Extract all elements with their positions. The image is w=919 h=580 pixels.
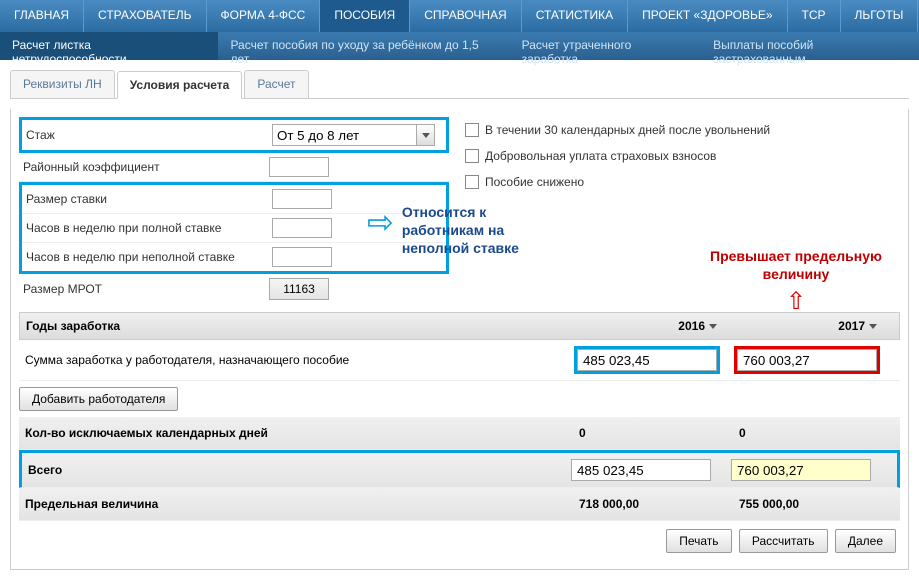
check-reduced-label: Пособие снижено <box>485 175 584 189</box>
limit-label: Предельная величина <box>25 497 574 511</box>
arrow-up-icon: ⇧ <box>696 287 896 316</box>
excl-y2: 0 <box>734 423 874 443</box>
stavka-input[interactable] <box>272 189 332 209</box>
row-sum-employer: Сумма заработка у работодателя, назначаю… <box>19 340 900 381</box>
nav-tsr[interactable]: ТСР <box>788 0 841 32</box>
years-header-label: Годы заработка <box>26 319 573 333</box>
check-voluntary-label: Добровольная уплата страховых взносов <box>485 149 716 163</box>
raion-label: Районный коэффициент <box>19 160 269 174</box>
subnav-sick-leave[interactable]: Расчет листка нетрудоспособности <box>0 32 218 60</box>
mrot-value: 11163 <box>269 278 329 300</box>
row-mrot: Размер МРОТ 11163 <box>19 274 449 304</box>
check-30days[interactable] <box>465 123 479 137</box>
stazh-label: Стаж <box>22 128 272 142</box>
tab-conditions[interactable]: Условия расчета <box>117 71 243 99</box>
sub-nav: Расчет листка нетрудоспособности Расчет … <box>0 32 919 60</box>
note-part-time: Относится к работникам на неполной ставк… <box>402 203 552 258</box>
sum-y1-input[interactable] <box>577 349 717 371</box>
subnav-payments[interactable]: Выплаты пособий застрахованным <box>701 32 919 60</box>
nav-insurer[interactable]: СТРАХОВАТЕЛЬ <box>84 0 207 32</box>
stazh-dropdown-button[interactable] <box>417 124 435 146</box>
hours-full-input[interactable] <box>272 218 332 238</box>
check-voluntary[interactable] <box>465 149 479 163</box>
nav-form4fss[interactable]: ФОРМА 4-ФСС <box>207 0 321 32</box>
total-label: Всего <box>28 463 571 477</box>
tab-bar: Реквизиты ЛН Условия расчета Расчет <box>10 70 909 99</box>
excl-label: Кол-во исключаемых календарных дней <box>25 426 574 440</box>
row-excluded-days: Кол-во исключаемых календарных дней 0 0 <box>19 417 900 450</box>
note-exceeds: Превышает предельную величину <box>696 247 896 283</box>
row-limit: Предельная величина 718 000,00 755 000,0… <box>19 488 900 521</box>
row-total: Всего <box>19 450 900 488</box>
top-nav: ГЛАВНАЯ СТРАХОВАТЕЛЬ ФОРМА 4-ФСС ПОСОБИЯ… <box>0 0 919 32</box>
subnav-lost-earnings[interactable]: Расчет утраченного заработка <box>510 32 702 60</box>
total-y2 <box>731 459 871 481</box>
row-stazh: Стаж <box>19 117 449 153</box>
chevron-down-icon <box>422 133 430 138</box>
excl-y1: 0 <box>574 423 714 443</box>
limit-y1: 718 000,00 <box>574 494 714 514</box>
row-raion: Районный коэффициент <box>19 153 449 182</box>
tab-calculation[interactable]: Расчет <box>244 70 308 98</box>
footer-buttons: Печать Рассчитать Далее <box>19 521 900 561</box>
total-y1 <box>571 459 711 481</box>
add-employer-button[interactable]: Добавить работодателя <box>19 387 178 411</box>
nav-benefits[interactable]: ПОСОБИЯ <box>320 0 410 32</box>
calculate-button[interactable]: Рассчитать <box>739 529 828 553</box>
stavka-label: Размер ставки <box>22 192 272 206</box>
raion-input[interactable] <box>269 157 329 177</box>
sum-y2-input[interactable] <box>737 349 877 371</box>
year2-select[interactable]: 2017 <box>838 319 865 333</box>
hours-full-label: Часов в неделю при полной ставке <box>22 221 272 235</box>
conditions-panel: Стаж Районный коэффициент Размер ставки <box>10 109 909 570</box>
nav-reference[interactable]: СПРАВОЧНАЯ <box>410 0 522 32</box>
hours-part-label: Часов в неделю при неполной ставке <box>22 250 272 264</box>
mrot-label: Размер МРОТ <box>19 282 269 296</box>
nav-statistics[interactable]: СТАТИСТИКА <box>522 0 628 32</box>
next-button[interactable]: Далее <box>835 529 896 553</box>
stazh-select[interactable] <box>272 124 417 146</box>
limit-y2: 755 000,00 <box>734 494 874 514</box>
nav-health[interactable]: ПРОЕКТ «ЗДОРОВЬЕ» <box>628 0 787 32</box>
subnav-childcare[interactable]: Расчет пособия по уходу за ребёнком до 1… <box>218 32 509 60</box>
arrow-right-icon: ⇨ <box>367 203 394 241</box>
tab-requisites[interactable]: Реквизиты ЛН <box>10 70 115 98</box>
sum-label: Сумма заработка у работодателя, назначаю… <box>25 353 574 367</box>
check-30days-label: В течении 30 календарных дней после увол… <box>485 123 770 137</box>
chevron-down-icon <box>869 324 877 329</box>
nav-lgoty[interactable]: ЛЬГОТЫ <box>841 0 919 32</box>
check-reduced[interactable] <box>465 175 479 189</box>
nav-main[interactable]: ГЛАВНАЯ <box>0 0 84 32</box>
hours-part-input[interactable] <box>272 247 332 267</box>
chevron-down-icon <box>709 324 717 329</box>
print-button[interactable]: Печать <box>666 529 731 553</box>
year1-select[interactable]: 2016 <box>678 319 705 333</box>
